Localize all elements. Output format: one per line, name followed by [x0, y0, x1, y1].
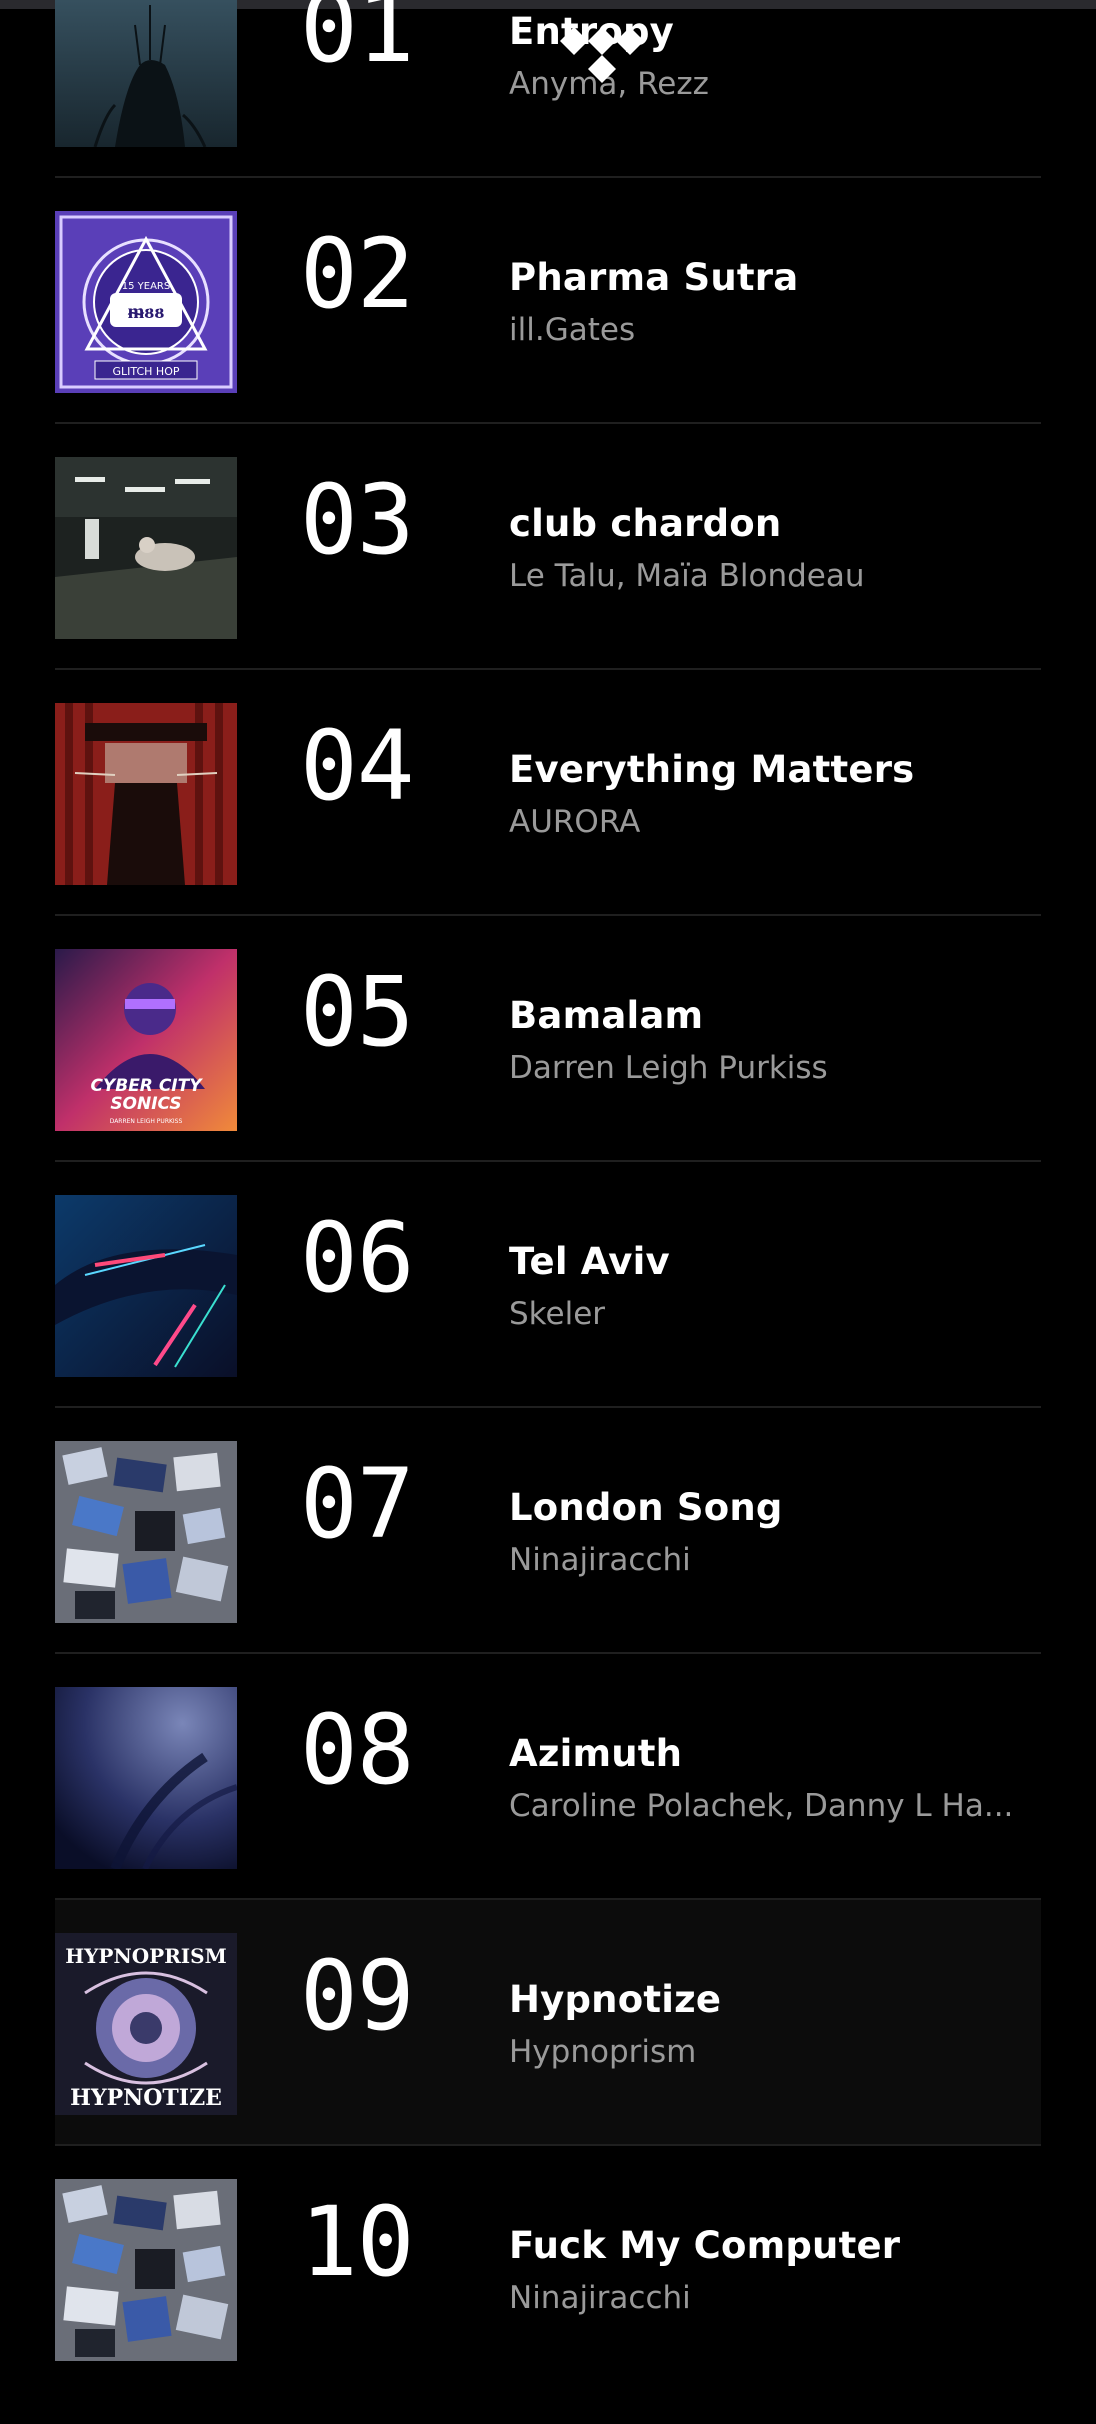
album-cover-art-club-chardon	[55, 457, 237, 639]
cover-text-bottom: GLITCH HOP	[113, 365, 180, 378]
album-cover-art-entropy	[55, 0, 237, 147]
track-title: Pharma Sutra	[509, 256, 799, 299]
album-cover	[55, 457, 237, 639]
track-title: Everything Matters	[509, 748, 915, 791]
track-title: Hypnotize	[509, 1978, 722, 2021]
track-title: Bamalam	[509, 994, 704, 1037]
album-cover: HYPNOPRISM HYPNOTIZE	[55, 1933, 237, 2115]
track-artist: AURORA	[509, 804, 641, 840]
track-artist: Darren Leigh Purkiss	[509, 1050, 828, 1086]
album-cover-art-bamalam: CYBER CITY SONICS DARREN LEIGH PURKISS	[55, 949, 237, 1131]
track-rank: 07	[300, 1448, 415, 1560]
track-artist: Ninajiracchi	[509, 2280, 691, 2316]
svg-text:ᵯᴕᴕ: ᵯᴕᴕ	[128, 299, 165, 323]
track-artist: Caroline Polachek, Danny L Ha...	[509, 1788, 1014, 1824]
cover-text-top: HYPNOPRISM	[65, 1944, 227, 1968]
track-row-02[interactable]: ᵯᴕᴕ 15 YEARS GLITCH HOP 02 Pharma Sutra …	[55, 178, 1041, 424]
track-row-04[interactable]: 04 Everything Matters AURORA	[55, 670, 1041, 916]
cover-text-bottom: HYPNOTIZE	[70, 2085, 222, 2111]
album-cover-art-london-song	[55, 1441, 237, 1623]
track-artist: ill.Gates	[509, 312, 636, 348]
track-title: club chardon	[509, 502, 782, 545]
album-cover-art-everything-matters	[55, 703, 237, 885]
track-title: London Song	[509, 1486, 783, 1529]
track-row-09[interactable]: HYPNOPRISM HYPNOTIZE 09 Hypnotize Hypnop…	[55, 1900, 1041, 2146]
album-cover	[55, 1441, 237, 1623]
track-row-03[interactable]: 03 club chardon Le Talu, Maïa Blondeau	[55, 424, 1041, 670]
track-artist: Le Talu, Maïa Blondeau	[509, 558, 865, 594]
track-title: Tel Aviv	[509, 1240, 670, 1283]
tidal-logo-icon	[560, 27, 644, 83]
track-row-10[interactable]: 10 Fuck My Computer Ninajiracchi	[55, 2146, 1041, 2392]
album-cover: ᵯᴕᴕ 15 YEARS GLITCH HOP	[55, 211, 237, 393]
track-row-08[interactable]: 08 Azimuth Caroline Polachek, Danny L Ha…	[55, 1654, 1041, 1900]
track-title: Fuck My Computer	[509, 2224, 901, 2267]
album-cover	[55, 0, 237, 147]
album-cover: CYBER CITY SONICS DARREN LEIGH PURKISS	[55, 949, 237, 1131]
track-row-06[interactable]: 06 Tel Aviv Skeler	[55, 1162, 1041, 1408]
track-row-07[interactable]: 07 London Song Ninajiracchi	[55, 1408, 1041, 1654]
album-cover-art-hypnotize: HYPNOPRISM HYPNOTIZE	[55, 1933, 237, 2115]
track-rank: 05	[300, 956, 415, 1068]
cover-text-line2: SONICS	[110, 1094, 181, 1114]
track-rank: 03	[300, 464, 415, 576]
album-cover	[55, 1195, 237, 1377]
cover-text-line1: CYBER CITY	[90, 1076, 203, 1096]
track-rank: 01	[300, 0, 415, 84]
cover-text-line3: DARREN LEIGH PURKISS	[110, 1118, 183, 1125]
track-row-01[interactable]: 01 Entropy Anyma, Rezz	[55, 0, 1041, 178]
track-rank: 06	[300, 1202, 415, 1314]
track-rank: 04	[300, 710, 415, 822]
cover-text-top: 15 YEARS	[122, 281, 170, 292]
track-artist: Hypnoprism	[509, 2034, 697, 2070]
album-cover-art-tel-aviv	[55, 1195, 237, 1377]
album-cover-art-fuck-my-computer	[55, 2179, 237, 2361]
track-title: Azimuth	[509, 1732, 683, 1775]
album-cover	[55, 1687, 237, 1869]
album-cover-art-azimuth	[55, 1687, 237, 1869]
track-rank: 09	[300, 1940, 415, 2052]
track-row-05[interactable]: CYBER CITY SONICS DARREN LEIGH PURKISS 0…	[55, 916, 1041, 1162]
track-rank: 02	[300, 218, 415, 330]
album-cover-art-pharma-sutra: ᵯᴕᴕ 15 YEARS GLITCH HOP	[55, 211, 237, 393]
track-rank: 10	[300, 2186, 415, 2298]
album-cover	[55, 703, 237, 885]
album-cover	[55, 2179, 237, 2361]
track-rank: 08	[300, 1694, 415, 1806]
track-artist: Ninajiracchi	[509, 1542, 691, 1578]
track-artist: Skeler	[509, 1296, 606, 1332]
